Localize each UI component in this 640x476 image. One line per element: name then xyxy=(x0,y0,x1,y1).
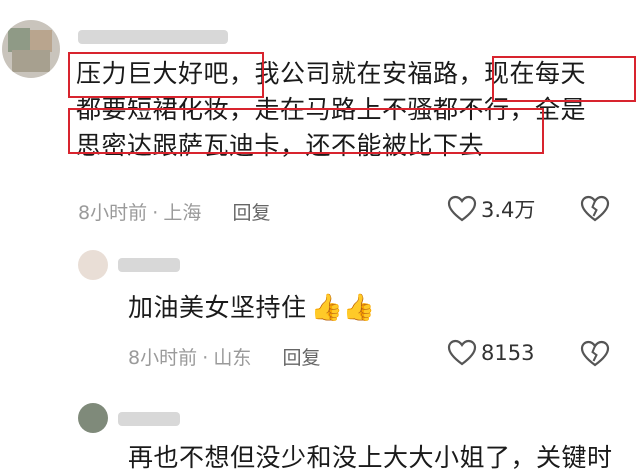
like-count: 3.4万 xyxy=(481,198,536,222)
comment-meta: 8小时前 · 山东 回复 xyxy=(128,343,320,370)
meta-separator: · xyxy=(152,202,159,224)
commenter-name-blurred[interactable] xyxy=(78,30,228,44)
reply-button[interactable]: 回复 xyxy=(282,347,320,369)
highlight-box xyxy=(492,56,636,102)
comment-meta: 8小时前 · 上海 回复 xyxy=(78,198,270,225)
heart-outline-icon xyxy=(447,339,477,366)
comment-location: 山东 xyxy=(213,347,252,369)
reply-button[interactable]: 回复 xyxy=(232,202,270,224)
highlight-box xyxy=(68,52,264,98)
like-button[interactable]: 8153 xyxy=(447,339,534,367)
commenter-avatar[interactable] xyxy=(78,250,108,280)
commenter-name-blurred[interactable] xyxy=(118,412,180,426)
broken-heart-icon[interactable] xyxy=(580,195,610,223)
commenter-avatar[interactable] xyxy=(2,20,60,78)
broken-heart-icon[interactable] xyxy=(580,340,610,368)
comment-location: 上海 xyxy=(163,202,202,224)
comment-text: 加油美女坚持住 xyxy=(128,293,307,322)
highlight-box xyxy=(68,108,544,154)
comment-time: 8小时前 xyxy=(78,202,148,224)
comment-body: 加油美女坚持住 👍👍 xyxy=(128,290,375,326)
comment-time: 8小时前 xyxy=(128,347,198,369)
comment-text-partial: 再也不想但没少和没上大大小姐了，关键时 xyxy=(128,443,613,472)
heart-outline-icon xyxy=(447,195,477,222)
commenter-name-blurred[interactable] xyxy=(118,258,180,272)
thumbs-up-emoji: 👍👍 xyxy=(310,293,376,323)
like-button[interactable]: 3.4万 xyxy=(447,194,535,224)
commenter-avatar[interactable] xyxy=(78,403,108,433)
like-count: 8153 xyxy=(481,341,535,365)
meta-separator: · xyxy=(202,347,209,369)
